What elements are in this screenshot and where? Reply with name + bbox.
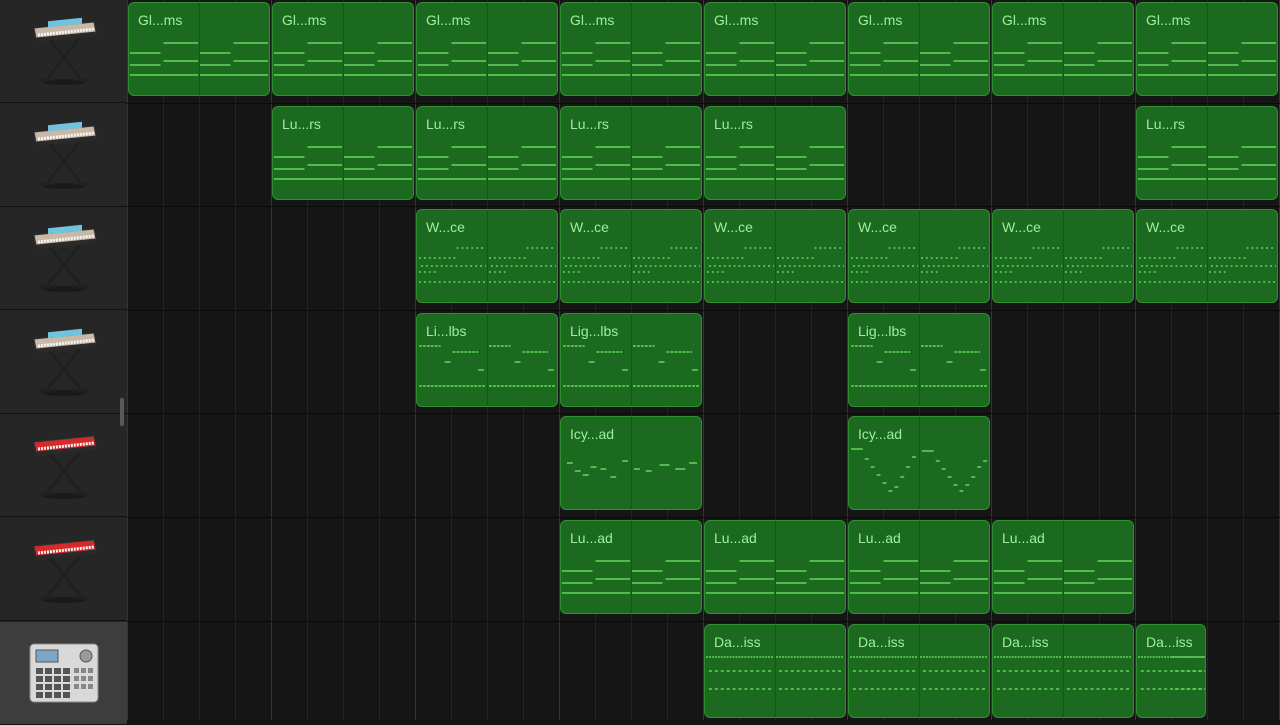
region-label: Gl...ms (426, 12, 471, 28)
tracks-area[interactable]: Gl...ms Gl...ms Gl...ms Gl...ms Gl...ms Gl...… (127, 0, 1280, 720)
track-separator (127, 206, 1280, 207)
region[interactable]: Lu...ad (704, 520, 846, 614)
region-label: Lu...ad (714, 530, 757, 546)
region-label: W...ce (1002, 219, 1041, 235)
region-label: Da...iss (714, 634, 761, 650)
region-label: Lu...rs (282, 116, 321, 132)
track-header-4[interactable] (0, 311, 127, 414)
track-separator (127, 103, 1280, 104)
region-label: Gl...ms (282, 12, 327, 28)
region-label: Gl...ms (858, 12, 903, 28)
region[interactable]: Lu...rs (272, 106, 414, 200)
drum-machine-icon (22, 630, 106, 710)
track-headers (0, 0, 127, 725)
region[interactable]: Da...iss (848, 624, 990, 718)
region-label: Lu...rs (426, 116, 465, 132)
red-synth-keyboard-icon (22, 422, 106, 502)
region[interactable]: W...ce (848, 209, 990, 303)
region[interactable]: Gl...ms (272, 2, 414, 96)
region[interactable]: Lig...lbs (848, 313, 990, 407)
grid-line (991, 0, 992, 720)
region-label: W...ce (1146, 219, 1185, 235)
region-label: Icy...ad (858, 426, 903, 442)
track-header-6[interactable] (0, 518, 127, 621)
keyboard-stand-icon (22, 112, 106, 192)
region[interactable]: Gl...ms (848, 2, 990, 96)
red-synth-keyboard-icon (22, 526, 106, 606)
region[interactable]: Da...iss (704, 624, 846, 718)
region-label: W...ce (714, 219, 753, 235)
region-label: Gl...ms (1146, 12, 1191, 28)
region[interactable]: W...ce (992, 209, 1134, 303)
keyboard-stand-icon (22, 319, 106, 399)
region-label: Lu...ad (858, 530, 901, 546)
region[interactable]: Da...iss (1136, 624, 1206, 718)
region-label: Gl...ms (714, 12, 759, 28)
grid-line (163, 0, 164, 720)
region[interactable]: W...ce (704, 209, 846, 303)
region[interactable]: W...ce (1136, 209, 1278, 303)
region[interactable]: W...ce (560, 209, 702, 303)
track-header-7[interactable] (0, 622, 127, 725)
grid-line (199, 0, 200, 720)
region[interactable]: Lu...rs (416, 106, 558, 200)
region[interactable]: Lu...rs (704, 106, 846, 200)
region-label: Gl...ms (1002, 12, 1047, 28)
region[interactable]: Lu...ad (848, 520, 990, 614)
region-label: Gl...ms (570, 12, 615, 28)
track-header-2[interactable] (0, 104, 127, 207)
region[interactable]: Lu...rs (560, 106, 702, 200)
region-label: Da...iss (1002, 634, 1049, 650)
region-label: Gl...ms (138, 12, 183, 28)
track-separator (127, 413, 1280, 414)
region[interactable]: Gl...ms (704, 2, 846, 96)
region[interactable]: Lu...ad (992, 520, 1134, 614)
region[interactable]: Gl...ms (560, 2, 702, 96)
region[interactable]: Gl...ms (416, 2, 558, 96)
region-label: Lu...ad (1002, 530, 1045, 546)
region-label: Li...lbs (426, 323, 467, 339)
region[interactable]: Icy...ad (560, 416, 702, 510)
region[interactable]: Gl...ms (992, 2, 1134, 96)
region[interactable]: Li...lbs (416, 313, 558, 407)
keyboard-stand-icon (22, 215, 106, 295)
region-label: Da...iss (1146, 634, 1193, 650)
region[interactable]: Icy...ad (848, 416, 990, 510)
region-label: W...ce (570, 219, 609, 235)
region[interactable]: Da...iss (992, 624, 1134, 718)
track-separator (127, 621, 1280, 622)
grid-line (127, 0, 128, 720)
region[interactable]: Lu...rs (1136, 106, 1278, 200)
track-header-3[interactable] (0, 207, 127, 310)
region-label: W...ce (858, 219, 897, 235)
track-separator (127, 310, 1280, 311)
region-label: Lu...ad (570, 530, 613, 546)
track-header-5[interactable] (0, 414, 127, 517)
region-label: Icy...ad (570, 426, 615, 442)
region-label: Lig...lbs (858, 323, 907, 339)
region-label: Lu...rs (1146, 116, 1185, 132)
region[interactable]: Gl...ms (1136, 2, 1278, 96)
region[interactable]: Lig...lbs (560, 313, 702, 407)
region[interactable]: W...ce (416, 209, 558, 303)
track-header-1[interactable] (0, 0, 127, 103)
region-label: Lu...rs (570, 116, 609, 132)
resize-handle[interactable] (120, 398, 124, 426)
track-separator (127, 517, 1280, 518)
region[interactable]: Lu...ad (560, 520, 702, 614)
region-label: Da...iss (858, 634, 905, 650)
keyboard-stand-icon (22, 8, 106, 88)
region-label: W...ce (426, 219, 465, 235)
grid-line (235, 0, 236, 720)
region-label: Lu...rs (714, 116, 753, 132)
region[interactable]: Gl...ms (128, 2, 270, 96)
region-label: Lig...lbs (570, 323, 619, 339)
